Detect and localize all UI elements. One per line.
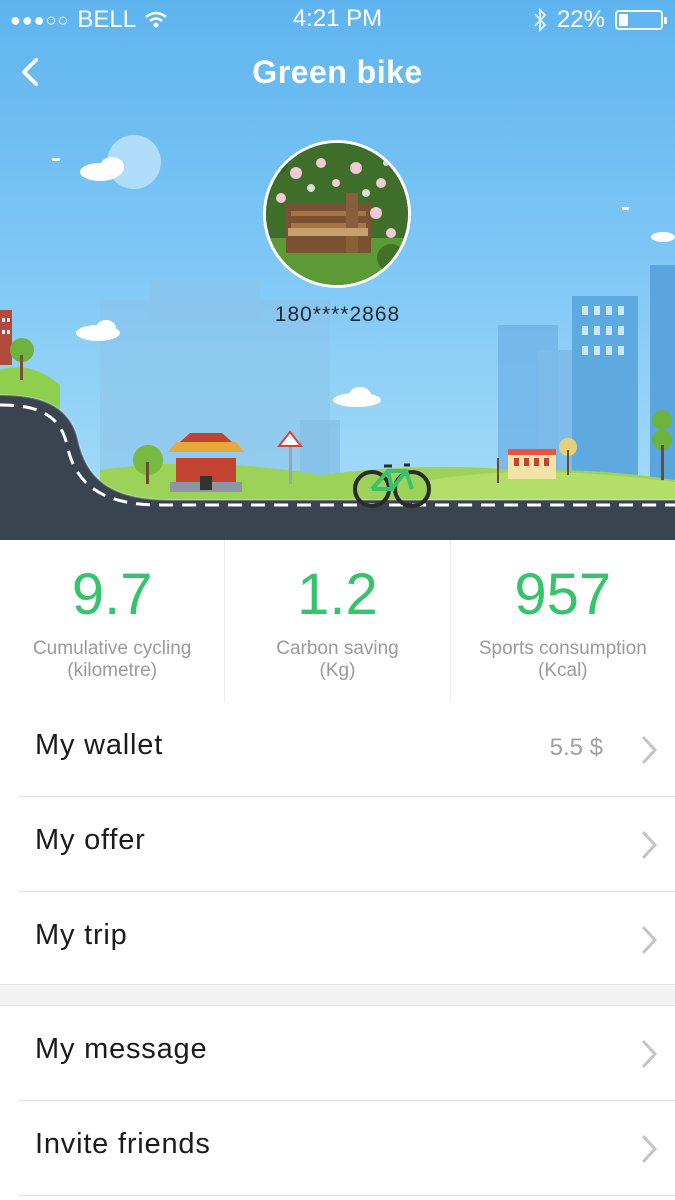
menu-item-label: Invite friends <box>35 1128 211 1160</box>
page-title: Green bike <box>252 54 423 90</box>
cycling-stats: 9.7 Cumulative cycling (kilometre) 1.2 C… <box>0 540 675 706</box>
menu-item-label: My wallet <box>35 729 164 761</box>
chevron-right-icon <box>641 1134 658 1164</box>
user-phone-number: 180****2868 <box>274 303 401 326</box>
wallet-balance: 5.5 $ <box>549 734 603 761</box>
menu-item-wallet[interactable]: My wallet 5.5 $ <box>18 702 675 797</box>
menu-item-invite-friends[interactable]: Invite friends <box>18 1101 675 1196</box>
profile-header: ●●●○○ BELL 4:21 PM 22% Green bike 180***… <box>0 0 675 540</box>
stat-label: Sports consumption <box>478 638 647 659</box>
menu-group-social: My message Invite friends <box>0 1005 675 1196</box>
chevron-right-icon <box>641 1039 658 1069</box>
chevron-right-icon <box>641 830 658 860</box>
menu-item-trip[interactable]: My trip <box>18 892 675 986</box>
stat-value: 9.7 <box>71 562 153 627</box>
section-divider <box>0 984 675 1007</box>
battery-percentage: 22% <box>556 6 605 33</box>
bluetooth-icon <box>534 8 547 32</box>
chevron-right-icon <box>641 735 658 765</box>
stat-sports-consumption: 957 Sports consumption (Kcal) <box>449 540 675 705</box>
menu-item-offer[interactable]: My offer <box>18 797 675 892</box>
menu-item-label: My offer <box>35 824 146 856</box>
navigation-bar: Green bike <box>0 40 675 106</box>
stat-label: Cumulative cycling <box>32 638 192 659</box>
menu-item-label: My trip <box>35 919 128 951</box>
stat-value: 1.2 <box>297 562 378 627</box>
user-avatar[interactable] <box>263 140 411 288</box>
status-bar: ●●●○○ BELL 4:21 PM 22% <box>0 0 675 38</box>
stat-carbon-saving: 1.2 Carbon saving (Kg) <box>224 540 449 705</box>
stat-label: Carbon saving <box>276 638 399 659</box>
stat-unit: (Kcal) <box>538 660 588 681</box>
menu-item-label: My message <box>35 1033 208 1065</box>
battery-icon <box>615 10 667 30</box>
stat-value: 957 <box>514 562 612 627</box>
menu-group-account: My wallet 5.5 $ My offer My trip <box>0 702 675 986</box>
chevron-right-icon <box>641 925 658 955</box>
stat-unit: (Kg) <box>319 660 356 681</box>
stat-unit: (kilometre) <box>67 660 158 681</box>
menu-item-message[interactable]: My message <box>18 1006 675 1101</box>
avatar-photo <box>266 143 408 285</box>
stat-cumulative-cycling: 9.7 Cumulative cycling (kilometre) <box>0 540 224 705</box>
